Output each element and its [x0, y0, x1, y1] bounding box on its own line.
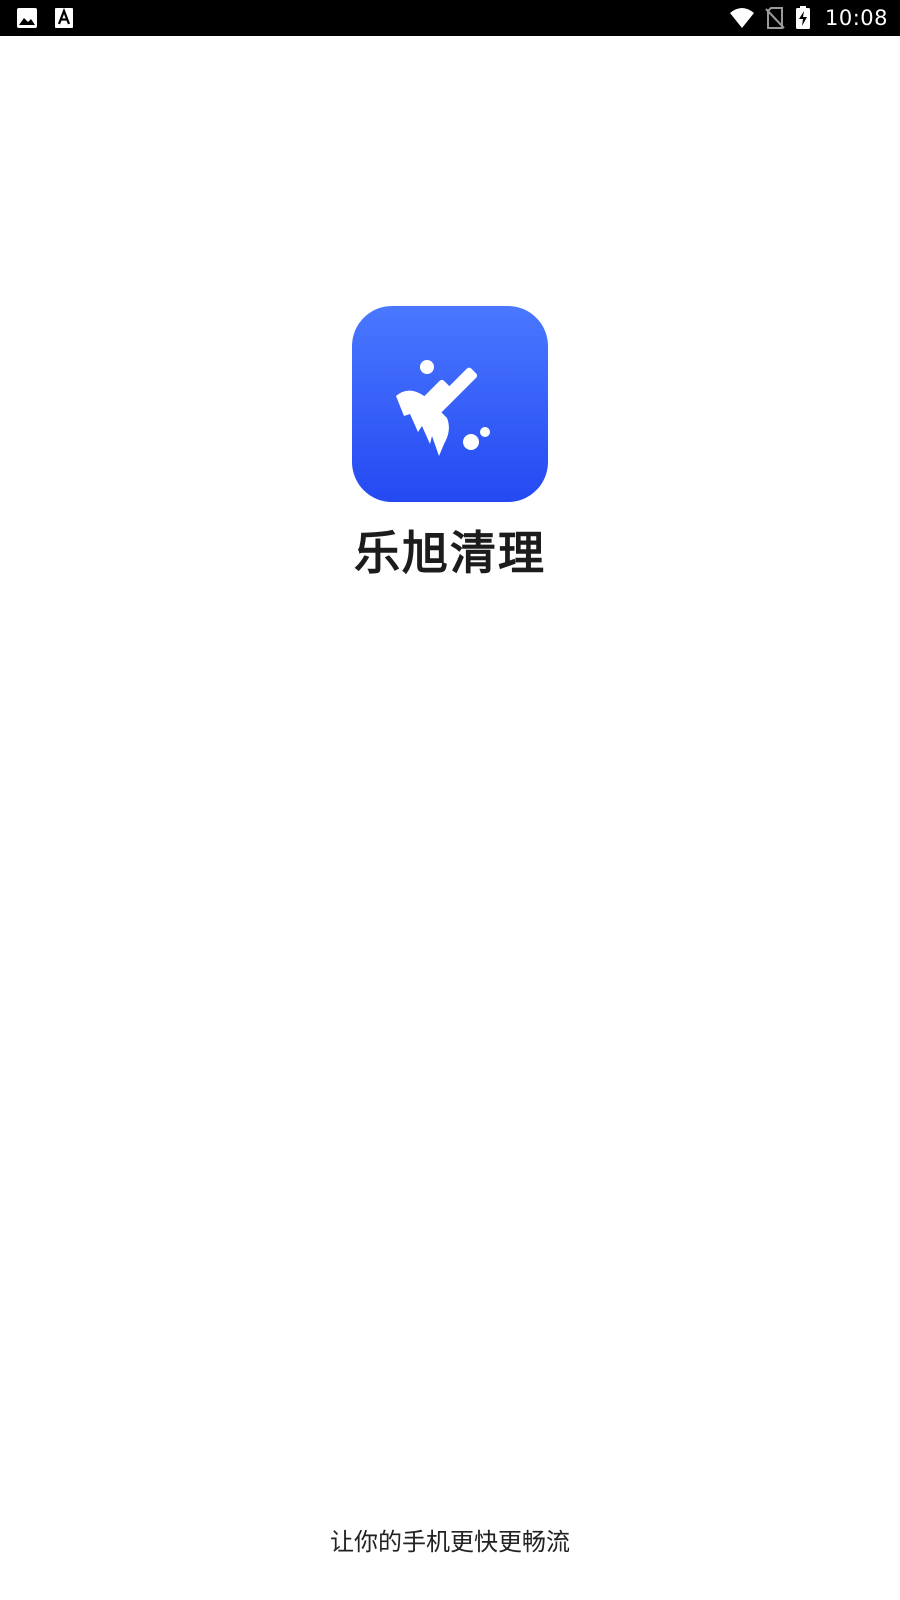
status-time: 10:08	[824, 6, 888, 30]
status-bar-right: 10:08	[729, 0, 888, 36]
broom-icon	[352, 304, 548, 504]
no-sim-icon	[765, 6, 785, 30]
image-icon	[16, 7, 38, 29]
font-icon	[54, 7, 74, 29]
splash-screen: 10:08 乐旭清理 让你的手机更快更畅流	[0, 0, 900, 1600]
battery-charging-icon	[795, 6, 811, 30]
app-logo	[352, 306, 548, 502]
app-slogan: 让你的手机更快更畅流	[330, 1528, 570, 1556]
status-bar-left	[16, 0, 74, 36]
wifi-icon	[729, 7, 755, 29]
app-name: 乐旭清理	[354, 526, 546, 580]
status-bar: 10:08	[0, 0, 900, 36]
